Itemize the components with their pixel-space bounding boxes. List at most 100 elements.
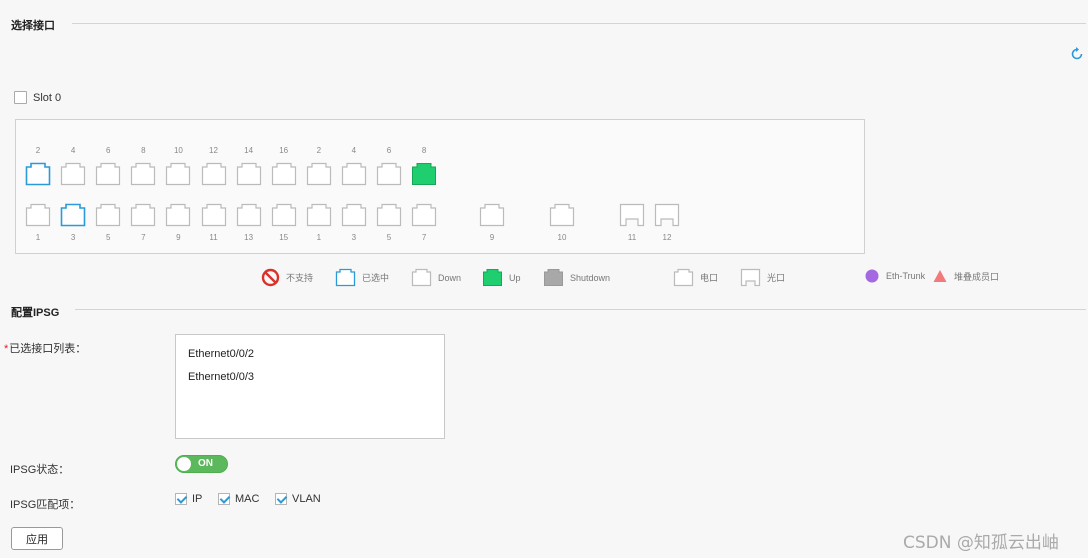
legend-down: Down <box>411 268 461 287</box>
port-bottom-1[interactable] <box>306 203 332 227</box>
port-icon <box>25 203 51 227</box>
legend-electric-label: 电口 <box>700 273 719 283</box>
port-number-top: 8 <box>141 146 146 155</box>
port-icon <box>166 203 191 227</box>
port-up-icon <box>483 269 502 286</box>
port-extra-10[interactable] <box>549 203 575 227</box>
port-icon <box>271 162 296 186</box>
port-selected-icon <box>335 268 356 287</box>
port-number-bottom: 11 <box>209 233 218 242</box>
port-number-top: 4 <box>351 146 357 155</box>
port-top-2[interactable] <box>306 162 332 186</box>
port-top-2[interactable] <box>25 162 51 186</box>
port-icon <box>166 162 191 186</box>
port-number-bottom: 11 <box>627 233 637 242</box>
config-ipsg-title: 配置IPSG <box>11 307 60 319</box>
checkbox-checked-icon[interactable] <box>275 493 287 505</box>
apply-button[interactable]: 应用 <box>11 527 63 550</box>
checkbox-checked-icon[interactable] <box>218 493 230 505</box>
select-interface-title: 选择接口 <box>11 20 55 32</box>
port-top-8[interactable] <box>130 162 156 186</box>
port-bottom-9[interactable] <box>165 203 191 227</box>
port-number-bottom: 1 <box>35 233 41 242</box>
port-bottom-11[interactable] <box>201 203 227 227</box>
section-divider <box>75 309 1086 310</box>
port-top-14[interactable] <box>236 162 262 186</box>
port-icon <box>131 203 156 227</box>
port-icon <box>376 162 402 186</box>
match-vlan-label: VLAN <box>292 493 321 505</box>
match-ip-checkbox[interactable]: IP <box>175 493 202 505</box>
legend-electric: 电口 <box>673 268 718 287</box>
port-top-4[interactable] <box>341 162 367 186</box>
watermark: CSDN @知孤云出岫 <box>903 533 1059 553</box>
port-icon <box>619 203 645 227</box>
slot-label: Slot 0 <box>33 91 62 104</box>
list-item[interactable]: Ethernet0/0/2 <box>188 347 432 370</box>
match-mac-label: MAC <box>235 493 260 505</box>
legend-shutdown-label: Shutdown <box>570 272 611 283</box>
legend-eth-trunk-label: Eth-Trunk <box>886 271 926 281</box>
port-top-6[interactable] <box>376 162 402 186</box>
port-bottom-13[interactable] <box>236 203 262 227</box>
port-top-4[interactable] <box>60 162 86 186</box>
port-number-bottom: 3 <box>70 233 76 242</box>
legend-unsupported-label: 不支持 <box>286 273 314 283</box>
port-icon <box>96 203 121 227</box>
slot-row[interactable]: Slot 0 <box>14 91 61 104</box>
slot-checkbox[interactable] <box>14 91 27 104</box>
electric-port-icon <box>673 268 694 287</box>
port-number-top: 16 <box>279 146 289 155</box>
port-icon <box>654 203 680 227</box>
port-number-top: 8 <box>421 146 427 155</box>
port-bottom-7[interactable] <box>130 203 156 227</box>
port-number-bottom: 1 <box>316 233 322 242</box>
legend: 不支持 已选中 Down Up Shutdown 电口 光口 Eth-Trunk… <box>0 268 1088 292</box>
port-number-bottom: 7 <box>141 233 146 242</box>
section-divider <box>72 23 1086 24</box>
optical-port-icon <box>740 268 761 287</box>
port-top-6[interactable] <box>95 162 121 186</box>
port-extra-11[interactable] <box>619 203 645 227</box>
port-bottom-15[interactable] <box>271 203 297 227</box>
port-extra-12[interactable] <box>654 203 680 227</box>
port-icon <box>341 162 366 186</box>
port-extra-9[interactable] <box>479 203 505 227</box>
port-icon <box>60 162 86 186</box>
port-bottom-3[interactable] <box>60 203 86 227</box>
refresh-icon[interactable] <box>1069 46 1085 62</box>
port-number-bottom: 5 <box>386 233 392 242</box>
port-top-8[interactable] <box>411 162 437 186</box>
port-bottom-1[interactable] <box>25 203 51 227</box>
port-icon <box>236 162 261 186</box>
port-number-top: 2 <box>35 146 41 155</box>
list-item[interactable]: Ethernet0/0/3 <box>188 370 432 393</box>
port-icon <box>376 203 402 227</box>
port-bottom-5[interactable] <box>376 203 402 227</box>
port-top-16[interactable] <box>271 162 297 186</box>
ipsg-status-toggle[interactable]: ON <box>175 455 228 473</box>
port-icon <box>96 162 121 186</box>
port-icon <box>479 203 505 227</box>
legend-up-label: Up <box>509 272 521 283</box>
match-mac-checkbox[interactable]: MAC <box>218 493 259 505</box>
eth-trunk-icon <box>865 269 879 283</box>
port-icon <box>201 203 226 227</box>
port-number-top: 10 <box>173 146 183 155</box>
match-ip-label: IP <box>192 493 203 505</box>
port-bottom-5[interactable] <box>95 203 121 227</box>
port-icon <box>549 203 575 227</box>
port-top-10[interactable] <box>165 162 191 186</box>
port-icon <box>271 203 296 227</box>
checkbox-checked-icon[interactable] <box>175 493 187 505</box>
port-icon <box>412 163 437 185</box>
port-bottom-3[interactable] <box>341 203 367 227</box>
port-icon <box>306 162 331 186</box>
port-top-12[interactable] <box>201 162 227 186</box>
selected-interface-list[interactable]: Ethernet0/0/2 Ethernet0/0/3 <box>175 334 445 439</box>
port-number-top: 6 <box>105 146 111 155</box>
port-number-bottom: 13 <box>244 233 254 242</box>
match-vlan-checkbox[interactable]: VLAN <box>275 493 321 505</box>
port-bottom-7[interactable] <box>411 203 437 227</box>
port-icon <box>306 203 331 227</box>
